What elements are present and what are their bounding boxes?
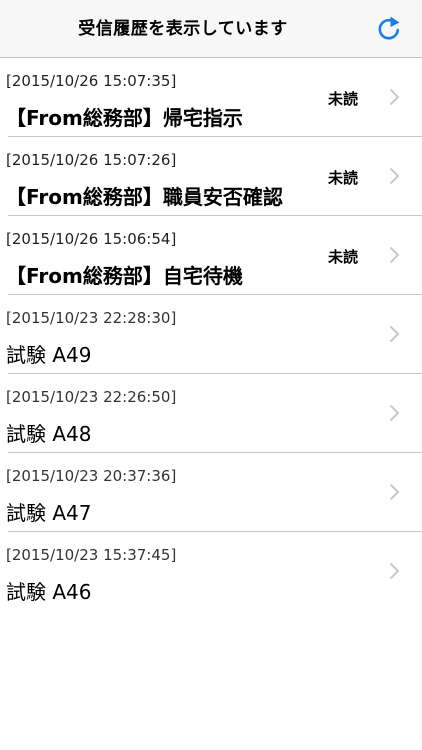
chevron-right-icon (389, 562, 400, 580)
message-title: 【From総務部】職員安否確認 (6, 185, 283, 209)
navigation-bar: 受信履歴を表示しています (0, 0, 422, 58)
message-title: 試験 A46 (6, 580, 92, 604)
message-datetime: [2015/10/23 22:28:30] (6, 309, 177, 327)
chevron-right-icon (389, 167, 400, 185)
refresh-icon (378, 16, 400, 40)
message-row[interactable]: [2015/10/26 15:07:26] 【From総務部】職員安否確認 未読 (0, 137, 422, 216)
chevron-right-icon (389, 404, 400, 422)
message-title: 試験 A49 (6, 343, 92, 367)
message-title: 【From総務部】自宅待機 (6, 264, 243, 288)
page-title: 受信履歴を表示しています (78, 19, 288, 39)
refresh-button[interactable] (374, 14, 404, 44)
message-row[interactable]: [2015/10/23 15:37:45] 試験 A46 (0, 532, 422, 611)
message-title: 試験 A48 (6, 422, 92, 446)
chevron-right-icon (389, 483, 400, 501)
message-row[interactable]: [2015/10/23 20:37:36] 試験 A47 (0, 453, 422, 532)
message-row[interactable]: [2015/10/26 15:07:35] 【From総務部】帰宅指示 未読 (0, 58, 422, 137)
unread-status-badge: 未読 (327, 90, 358, 108)
message-row[interactable]: [2015/10/23 22:26:50] 試験 A48 (0, 374, 422, 453)
message-datetime: [2015/10/26 15:07:35] (6, 72, 177, 90)
message-datetime: [2015/10/23 22:26:50] (6, 388, 177, 406)
message-datetime: [2015/10/23 15:37:45] (6, 546, 177, 564)
message-title: 【From総務部】帰宅指示 (6, 106, 243, 130)
message-list: [2015/10/26 15:07:35] 【From総務部】帰宅指示 未読 [… (0, 58, 422, 611)
message-row[interactable]: [2015/10/26 15:06:54] 【From総務部】自宅待機 未読 (0, 216, 422, 295)
chevron-right-icon (389, 325, 400, 343)
message-row[interactable]: [2015/10/23 22:28:30] 試験 A49 (0, 295, 422, 374)
message-datetime: [2015/10/26 15:07:26] (6, 151, 177, 169)
unread-status-badge: 未読 (327, 248, 358, 266)
chevron-right-icon (389, 246, 400, 264)
unread-status-badge: 未読 (327, 169, 358, 187)
message-title: 試験 A47 (6, 501, 92, 525)
message-datetime: [2015/10/26 15:06:54] (6, 230, 177, 248)
message-datetime: [2015/10/23 20:37:36] (6, 467, 177, 485)
chevron-right-icon (389, 88, 400, 106)
